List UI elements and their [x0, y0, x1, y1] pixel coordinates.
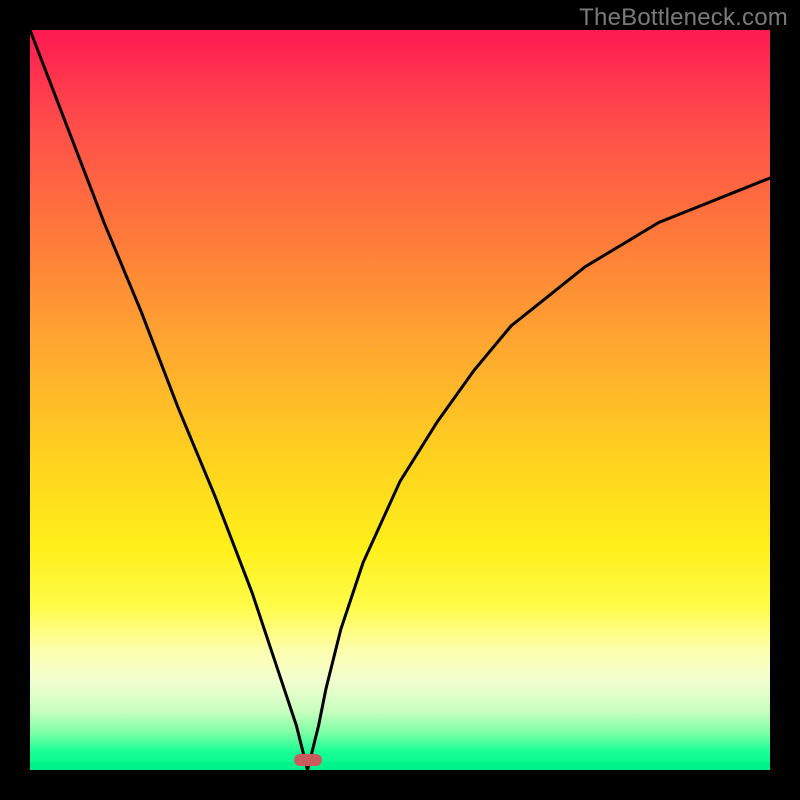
optimal-marker: [294, 754, 322, 766]
curve-layer: [30, 30, 770, 770]
chart-frame: TheBottleneck.com: [0, 0, 800, 800]
bottleneck-curve-path: [30, 30, 770, 770]
watermark-label: TheBottleneck.com: [579, 4, 788, 32]
plot-area: [30, 30, 770, 770]
